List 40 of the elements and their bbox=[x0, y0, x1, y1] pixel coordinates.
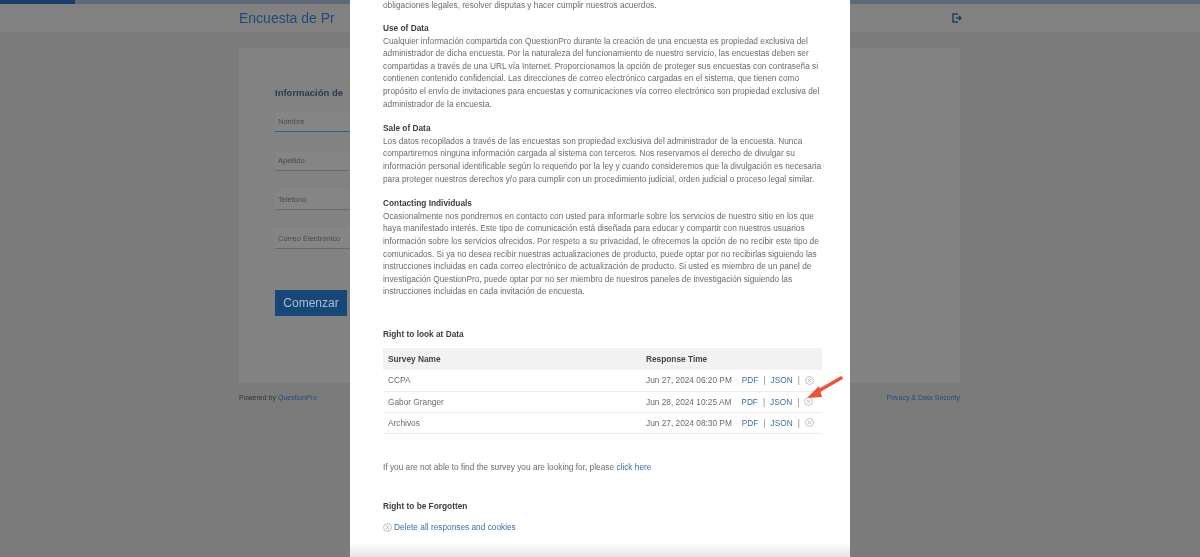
start-button[interactable]: Comenzar bbox=[275, 290, 347, 317]
dialog-paragraph: Los datos recopilados a través de las encuestas son propiedad exclusiva del administrador de la encuesta. Nunca compartiremos ninguna información cargada al sistema con terceros. Nos reservamos el derecho de divulgar su información personal identificable según lo requerido por la ley y cuando consideremos que la divulgación es necesaria para proteger nuestros derechos y/o para cumplir con un procedimiento judicial, orden judicial o proceso legal similar. bbox=[383, 134, 823, 186]
info-text: If you are not able to find the survey you are looking for, please click here bbox=[383, 460, 653, 474]
section-heading: Right to look at Data bbox=[383, 327, 465, 341]
separator-text: | bbox=[797, 374, 800, 387]
download-link[interactable]: JSON bbox=[770, 416, 793, 430]
separator-text: | bbox=[797, 416, 800, 430]
download-link[interactable]: PDF bbox=[741, 374, 759, 387]
column-header: Survey Name bbox=[383, 348, 646, 371]
download-link[interactable]: JSON bbox=[770, 395, 793, 409]
separator-text: | bbox=[763, 374, 766, 387]
dialog-paragraph: obligaciones legales, resolver disputas y hacer cumplir nuestros acuerdos. bbox=[383, 0, 657, 10]
section-heading: Sale of Data bbox=[383, 122, 432, 135]
separator-text: | bbox=[763, 416, 766, 430]
delete-all-link[interactable]: Delete all responses and cookies bbox=[383, 521, 516, 534]
dialog-paragraph: Ocasionalmente nos pondremos en contacto con usted para informarle sobre los servicios de nuestro sitio en los que haya manifestado interés. Este tipo de comunicación está diseñada para educar y compartir con nuestros usuarios información sobre los servicios ofrecidos. Por respeto a su privacidad, le ofrecemos la opción de no recibir este tipo de comunicados. Si ya no desea recibir nuestras actualizaciones de producto, puede optar por no recibirlas siguiendo las instrucciones incluidas en cada correo electrónico de actualización de producto. Si usted es miembro de un panel de investigación QuestionPro, puede optar por no ser miembro de nuestros paneles de investigación siguiendo las instrucciones incluidas en cada invitación de encuesta. bbox=[383, 209, 820, 298]
click-here-link[interactable]: click here bbox=[616, 461, 652, 472]
delete-icon[interactable] bbox=[804, 397, 814, 407]
separator-text: | bbox=[797, 395, 800, 409]
table-cell: CCPA bbox=[383, 370, 646, 392]
delete-icon[interactable] bbox=[804, 418, 814, 428]
download-link[interactable]: JSON bbox=[770, 374, 793, 387]
form-heading: Información de bbox=[275, 86, 344, 100]
download-link[interactable]: PDF bbox=[741, 395, 758, 409]
survey-title: Encuesta de Pr bbox=[239, 8, 335, 28]
section-heading: Right to be Forgotten bbox=[383, 499, 469, 513]
section-heading: Use of Data bbox=[383, 22, 430, 35]
separator-text: | bbox=[762, 395, 766, 409]
download-link[interactable]: PDF bbox=[741, 416, 759, 430]
delete-icon[interactable] bbox=[804, 376, 814, 386]
logout-icon[interactable] bbox=[952, 13, 962, 23]
response-time: Jun 27, 2024 06:20 PM bbox=[646, 374, 732, 387]
column-header: Response Time bbox=[646, 348, 822, 371]
section-heading: Contacting Individuals bbox=[383, 197, 473, 210]
table-cell: Archivos bbox=[383, 412, 646, 434]
response-time: Jun 28, 2024 10:25 AM bbox=[646, 395, 732, 409]
delete-icon[interactable] bbox=[383, 522, 392, 532]
dialog-paragraph: Cualquier información compartida con QuestionPro durante la creación de una encuesta es propiedad exclusiva del administrador de dicha encuesta. Por la naturaleza del funcionamiento de nuestro servicio, las encuestas deben ser compartidas a través de una URL vía Internet. Proporcionamos la opción de proteger sus encuestas con contraseña si contienen contenido confidencial. Las direcciones de correo electrónico cargadas en el sistema, que tienen como propósito el envío de invitaciones para encuestas y comunicaciones vía correo electrónico son propiedad exclusiva del administrador de la encuesta. bbox=[383, 34, 821, 111]
table-cell: Gabor Granger bbox=[383, 391, 646, 413]
response-time: Jun 27, 2024 08:30 PM bbox=[646, 416, 732, 430]
